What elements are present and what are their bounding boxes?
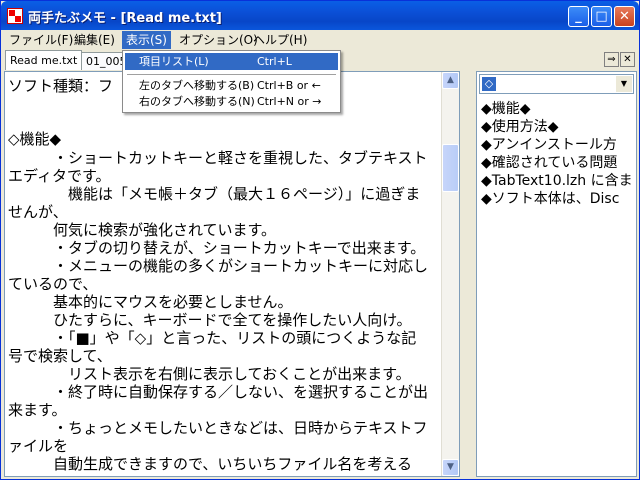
menu-help[interactable]: ヘルプ(H) [249,31,311,49]
menu-item-shortcut: Ctrl+B or ← [257,79,321,92]
tab-scroll-right-button[interactable]: ⇒ [604,52,619,67]
combo-value: ◇ [482,77,496,91]
title-bar[interactable]: 両手たぶメモ - [Read me.txt] _ □ ✕ [1,1,639,30]
scroll-up-icon[interactable]: ▲ [442,72,459,89]
view-menu-dropdown: 項目リスト(L) Ctrl+L 左のタブへ移動する(B) Ctrl+B or ←… [122,50,341,113]
list-item[interactable]: ◆TabText10.lzh に含ま [481,170,633,190]
maximize-button[interactable]: □ [591,6,612,27]
menu-item-shortcut: Ctrl+N or → [257,95,322,108]
list-item[interactable]: ◆確認されている問題 [481,152,617,172]
menu-item-label: 左のタブへ移動する(B) [139,79,255,92]
app-window: 両手たぶメモ - [Read me.txt] _ □ ✕ ファイル(F) 編集(… [0,0,640,480]
scroll-down-icon[interactable]: ▼ [442,459,459,476]
menu-item-label: 右のタブへ移動する(N) [139,95,255,108]
close-button[interactable]: ✕ [614,6,635,27]
search-symbol-combo[interactable]: ◇ ▼ [479,74,634,94]
panel-splitter[interactable] [462,71,474,477]
editor-line: ◇機能◆ [8,130,62,148]
editor-line: 自動生成できますので、いちいちファイル名を考える [8,455,412,473]
list-item[interactable]: ◆機能◆ [481,98,531,118]
menu-item-shortcut: Ctrl+L [257,55,292,68]
text-editor[interactable]: ソフト種類：フ ◇機能◆ ・ショートカットキーと軽さを重視した、タブテキスト エ… [4,71,460,477]
list-item[interactable]: ◆使用方法◆ [481,116,559,136]
chevron-down-icon[interactable]: ▼ [616,76,632,92]
tab-readme[interactable]: Read me.txt [5,50,83,70]
minimize-button[interactable]: _ [568,6,589,27]
menu-view[interactable]: 表示(S) [122,31,171,49]
list-item[interactable]: ◆ソフト本体は、Disc [481,188,619,208]
menu-item-move-right-tab[interactable]: 右のタブへ移動する(N) Ctrl+N or → [125,93,338,110]
menu-edit[interactable]: 編集(E) [70,31,119,49]
menu-file[interactable]: ファイル(F) [5,31,77,49]
item-list-panel: ◇ ▼ ◆機能◆ ◆使用方法◆ ◆アンインストール方 ◆確認されている問題 ◆T… [476,71,637,477]
editor-line: ・ちょっとメモしたいときなどは、日時からテキストフ [8,419,428,437]
list-item[interactable]: ◆アンインストール方 [481,134,617,154]
scroll-thumb[interactable] [442,144,459,192]
menu-bar: ファイル(F) 編集(E) 表示(S) オプション(O) ヘルプ(H) [1,30,639,50]
window-title: 両手たぶメモ - [Read me.txt] [28,11,222,26]
editor-line: ソフト種類：フ [8,77,114,95]
menu-item-label: 項目リスト(L) [139,55,209,68]
editor-line: 機能は「メモ帳＋タブ（最大１６ページ）」に過ぎま [8,185,421,203]
menu-separator [127,74,336,75]
tab-close-button[interactable]: ✕ [620,52,635,67]
editor-line: ・終了時に自動保存する／しない、を選択することが出 [8,383,429,401]
editor-vertical-scrollbar[interactable]: ▲ ▼ [441,72,459,476]
menu-item-item-list[interactable]: 項目リスト(L) Ctrl+L [125,53,338,70]
menu-item-move-left-tab[interactable]: 左のタブへ移動する(B) Ctrl+B or ← [125,77,338,94]
app-icon[interactable] [7,8,23,24]
